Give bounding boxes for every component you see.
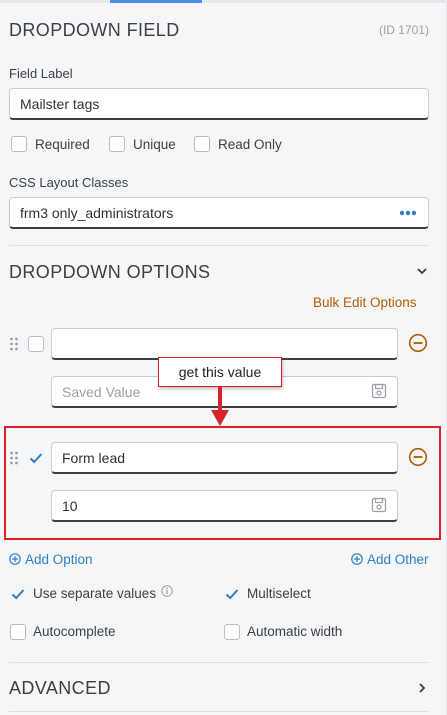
add-option-button[interactable]: Add Option bbox=[25, 552, 93, 567]
required-checkbox[interactable] bbox=[11, 136, 27, 152]
save-icon bbox=[371, 497, 387, 513]
remove-circle-icon[interactable] bbox=[408, 447, 428, 467]
css-classes-value: frm3 only_administrators bbox=[20, 204, 174, 221]
multiselect-checkbox[interactable] bbox=[224, 586, 240, 602]
bulk-edit-options-link[interactable]: Bulk Edit Options bbox=[313, 295, 417, 310]
divider bbox=[9, 662, 429, 663]
unique-label: Unique bbox=[133, 137, 176, 152]
top-border bbox=[0, 0, 447, 3]
saved-value-input[interactable]: 10 bbox=[51, 490, 398, 522]
required-label: Required bbox=[35, 137, 90, 152]
saved-value-placeholder: Saved Value bbox=[62, 383, 141, 400]
field-label-input[interactable]: Mailster tags bbox=[9, 88, 429, 120]
automatic-width-checkbox[interactable] bbox=[224, 624, 240, 640]
readonly-checkbox[interactable] bbox=[194, 136, 210, 152]
dropdown-options-title[interactable]: DROPDOWN OPTIONS bbox=[9, 262, 210, 283]
info-icon[interactable] bbox=[161, 585, 173, 597]
field-type-title: DROPDOWN FIELD bbox=[9, 20, 180, 40]
use-separate-values-checkbox[interactable] bbox=[10, 586, 26, 602]
divider bbox=[9, 711, 429, 712]
ellipsis-icon[interactable] bbox=[399, 209, 417, 217]
plus-circle-icon[interactable] bbox=[9, 553, 21, 565]
use-separate-values-label: Use separate values bbox=[33, 586, 157, 601]
readonly-label: Read Only bbox=[218, 137, 282, 152]
save-icon bbox=[371, 383, 387, 399]
autocomplete-checkbox[interactable] bbox=[10, 624, 26, 640]
chevron-right-icon[interactable] bbox=[415, 681, 429, 695]
advanced-section-title[interactable]: ADVANCED bbox=[9, 678, 111, 699]
field-settings-panel: DROPDOWN FIELD (ID 1701) Field Label Mai… bbox=[0, 0, 447, 715]
unique-checkbox[interactable] bbox=[109, 136, 125, 152]
add-other-button[interactable]: Add Other bbox=[367, 552, 429, 567]
annotation-callout: get this value bbox=[158, 357, 282, 387]
check-icon[interactable] bbox=[28, 450, 44, 466]
multiselect-label: Multiselect bbox=[247, 586, 311, 601]
annotation-arrow bbox=[211, 386, 229, 426]
field-label-caption: Field Label bbox=[9, 66, 73, 81]
autocomplete-label: Autocomplete bbox=[33, 624, 116, 639]
saved-value: 10 bbox=[62, 497, 78, 514]
active-tab-indicator bbox=[110, 0, 202, 3]
remove-circle-icon[interactable] bbox=[408, 333, 428, 353]
divider bbox=[9, 245, 429, 246]
css-classes-input[interactable]: frm3 only_administrators bbox=[9, 197, 429, 229]
option-label-value: Form lead bbox=[62, 449, 126, 466]
option-label-input[interactable] bbox=[51, 328, 398, 360]
drag-handle-icon[interactable] bbox=[9, 451, 19, 465]
option-label-input[interactable]: Form lead bbox=[51, 442, 398, 474]
drag-handle-icon[interactable] bbox=[9, 337, 19, 351]
css-classes-caption: CSS Layout Classes bbox=[9, 175, 129, 190]
plus-circle-icon[interactable] bbox=[351, 553, 363, 565]
option-default-checkbox[interactable] bbox=[28, 336, 44, 352]
automatic-width-label: Automatic width bbox=[247, 624, 343, 639]
chevron-down-icon[interactable] bbox=[415, 264, 429, 278]
field-id: (ID 1701) bbox=[378, 23, 429, 37]
field-label-value: Mailster tags bbox=[20, 95, 100, 112]
